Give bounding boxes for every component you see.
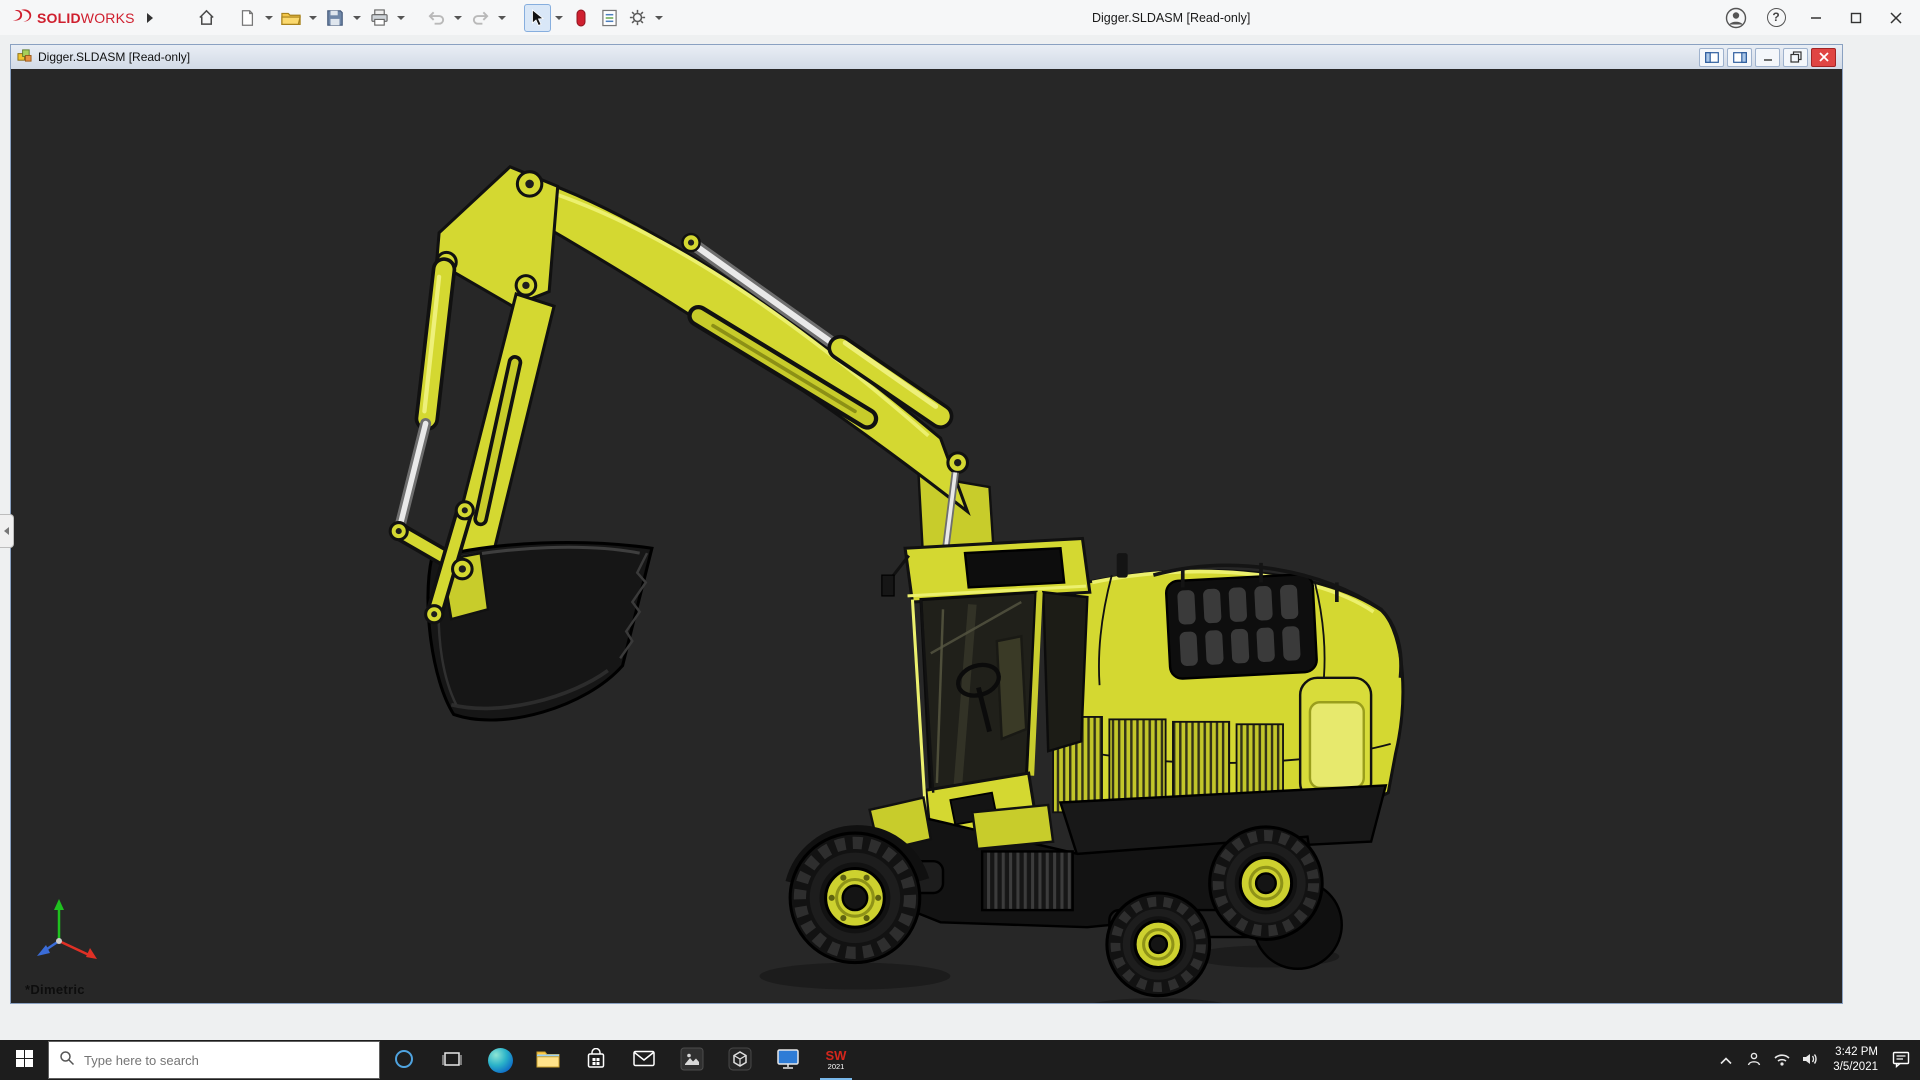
new-document-dropdown[interactable] [262, 4, 277, 32]
new-document-button[interactable] [234, 4, 261, 32]
cortana-icon [393, 1048, 415, 1073]
select-tool-button[interactable] [523, 3, 551, 32]
redo-dropdown[interactable] [495, 4, 510, 32]
doc-minimize-button[interactable] [1755, 47, 1780, 67]
photos-icon [680, 1047, 704, 1074]
orientation-triad [37, 899, 97, 959]
options-button[interactable] [624, 4, 651, 32]
taskbar-file-explorer[interactable] [524, 1040, 572, 1080]
wheel-front-left [788, 831, 922, 965]
speaker-icon [1801, 1052, 1819, 1069]
file-explorer-icon [536, 1049, 560, 1072]
doc-close-button[interactable] [1811, 47, 1836, 67]
account-button[interactable] [1722, 4, 1750, 32]
open-dropdown[interactable] [306, 4, 321, 32]
system-tray: 3:42 PM 3/5/2021 [1713, 1040, 1920, 1080]
tray-expand-button[interactable] [1713, 1040, 1739, 1080]
graphics-viewport[interactable]: *Dimetric [11, 69, 1842, 1003]
maximize-button[interactable] [1842, 4, 1870, 32]
taskbar-app-cube[interactable] [716, 1040, 764, 1080]
task-view-button[interactable] [428, 1040, 476, 1080]
brand-text: SOLIDWORKS [37, 9, 135, 26]
pane-left-button[interactable] [1699, 47, 1724, 67]
windows-taskbar: SW 2021 3:42 PM 3/5/2021 [0, 1040, 1920, 1080]
taskbar-search[interactable] [48, 1041, 380, 1079]
pane-right-button[interactable] [1727, 47, 1752, 67]
save-button[interactable] [322, 4, 349, 32]
document-title: Digger.SLDASM [Read-only] [38, 50, 191, 64]
taskbar-solidworks[interactable]: SW 2021 [812, 1040, 860, 1080]
collapsed-panel-tab[interactable] [0, 514, 14, 548]
menu-expander-icon[interactable] [146, 12, 153, 23]
action-center-button[interactable] [1888, 1040, 1914, 1080]
close-button[interactable] [1882, 4, 1910, 32]
taskbar-app-photos[interactable] [668, 1040, 716, 1080]
document-titlebar[interactable]: Digger.SLDASM [Read-only] [11, 45, 1842, 69]
help-button[interactable]: ? [1762, 4, 1790, 32]
solidworks-swirl-icon [10, 7, 34, 29]
open-button[interactable] [278, 4, 305, 32]
xpert-button[interactable] [568, 4, 595, 32]
tray-volume-button[interactable] [1797, 1040, 1823, 1080]
clock-date: 3/5/2021 [1833, 1061, 1878, 1073]
cube-icon [728, 1047, 752, 1074]
action-center-icon [1892, 1050, 1910, 1071]
clock-time: 3:42 PM [1835, 1046, 1878, 1059]
taskbar-mail[interactable] [620, 1040, 668, 1080]
search-icon [59, 1050, 75, 1071]
monitor-icon [776, 1048, 800, 1073]
solidworks-icon: SW [825, 1048, 847, 1064]
taskbar-clock[interactable]: 3:42 PM 3/5/2021 [1825, 1045, 1886, 1075]
solidworks-logo: SOLIDWORKS [10, 7, 135, 29]
person-icon [1746, 1051, 1762, 1070]
undo-dropdown[interactable] [451, 4, 466, 32]
report-button[interactable] [596, 4, 623, 32]
save-dropdown[interactable] [350, 4, 365, 32]
document-window-controls [1699, 47, 1836, 67]
doc-restore-button[interactable] [1783, 47, 1808, 67]
excavator-model[interactable] [11, 69, 1842, 1003]
taskbar-store[interactable] [572, 1040, 620, 1080]
print-dropdown[interactable] [394, 4, 409, 32]
home-button[interactable] [193, 4, 220, 32]
undo-button[interactable] [423, 4, 450, 32]
options-dropdown[interactable] [652, 4, 667, 32]
help-icon: ? [1766, 8, 1786, 27]
start-icon [15, 1050, 33, 1070]
app-window-controls: ? [1722, 4, 1910, 32]
chevron-up-icon [1720, 1053, 1732, 1068]
wifi-icon [1773, 1052, 1791, 1069]
wheel-rear-right [1208, 825, 1324, 941]
wheel-front-right [1105, 891, 1212, 998]
select-tool-dropdown[interactable] [552, 4, 567, 32]
taskbar-edge[interactable] [476, 1040, 524, 1080]
document-window: Digger.SLDASM [Read-only] *Dimetric [10, 44, 1843, 1004]
store-icon [586, 1047, 606, 1073]
task-view-icon [442, 1050, 462, 1071]
assembly-icon [17, 48, 32, 66]
mail-icon [633, 1050, 655, 1070]
tray-people-button[interactable] [1741, 1040, 1767, 1080]
redo-button[interactable] [467, 4, 494, 32]
tray-network-button[interactable] [1769, 1040, 1795, 1080]
minimize-button[interactable] [1802, 4, 1830, 32]
edge-icon [487, 1047, 513, 1073]
search-input[interactable] [84, 1052, 369, 1068]
print-button[interactable] [366, 4, 393, 32]
solidworks-year: 2021 [827, 1061, 845, 1071]
start-button[interactable] [0, 1040, 48, 1080]
app-titlebar: SOLIDWORKS Digger.SLDASM [Read-only] ? [0, 0, 1920, 35]
chevron-left-icon [4, 527, 9, 535]
quick-toolbar [193, 3, 667, 32]
view-orientation-label: *Dimetric [25, 982, 85, 997]
cortana-button[interactable] [380, 1040, 428, 1080]
app-title: Digger.SLDASM [Read-only] [1091, 10, 1251, 25]
taskbar-app-monitor[interactable] [764, 1040, 812, 1080]
